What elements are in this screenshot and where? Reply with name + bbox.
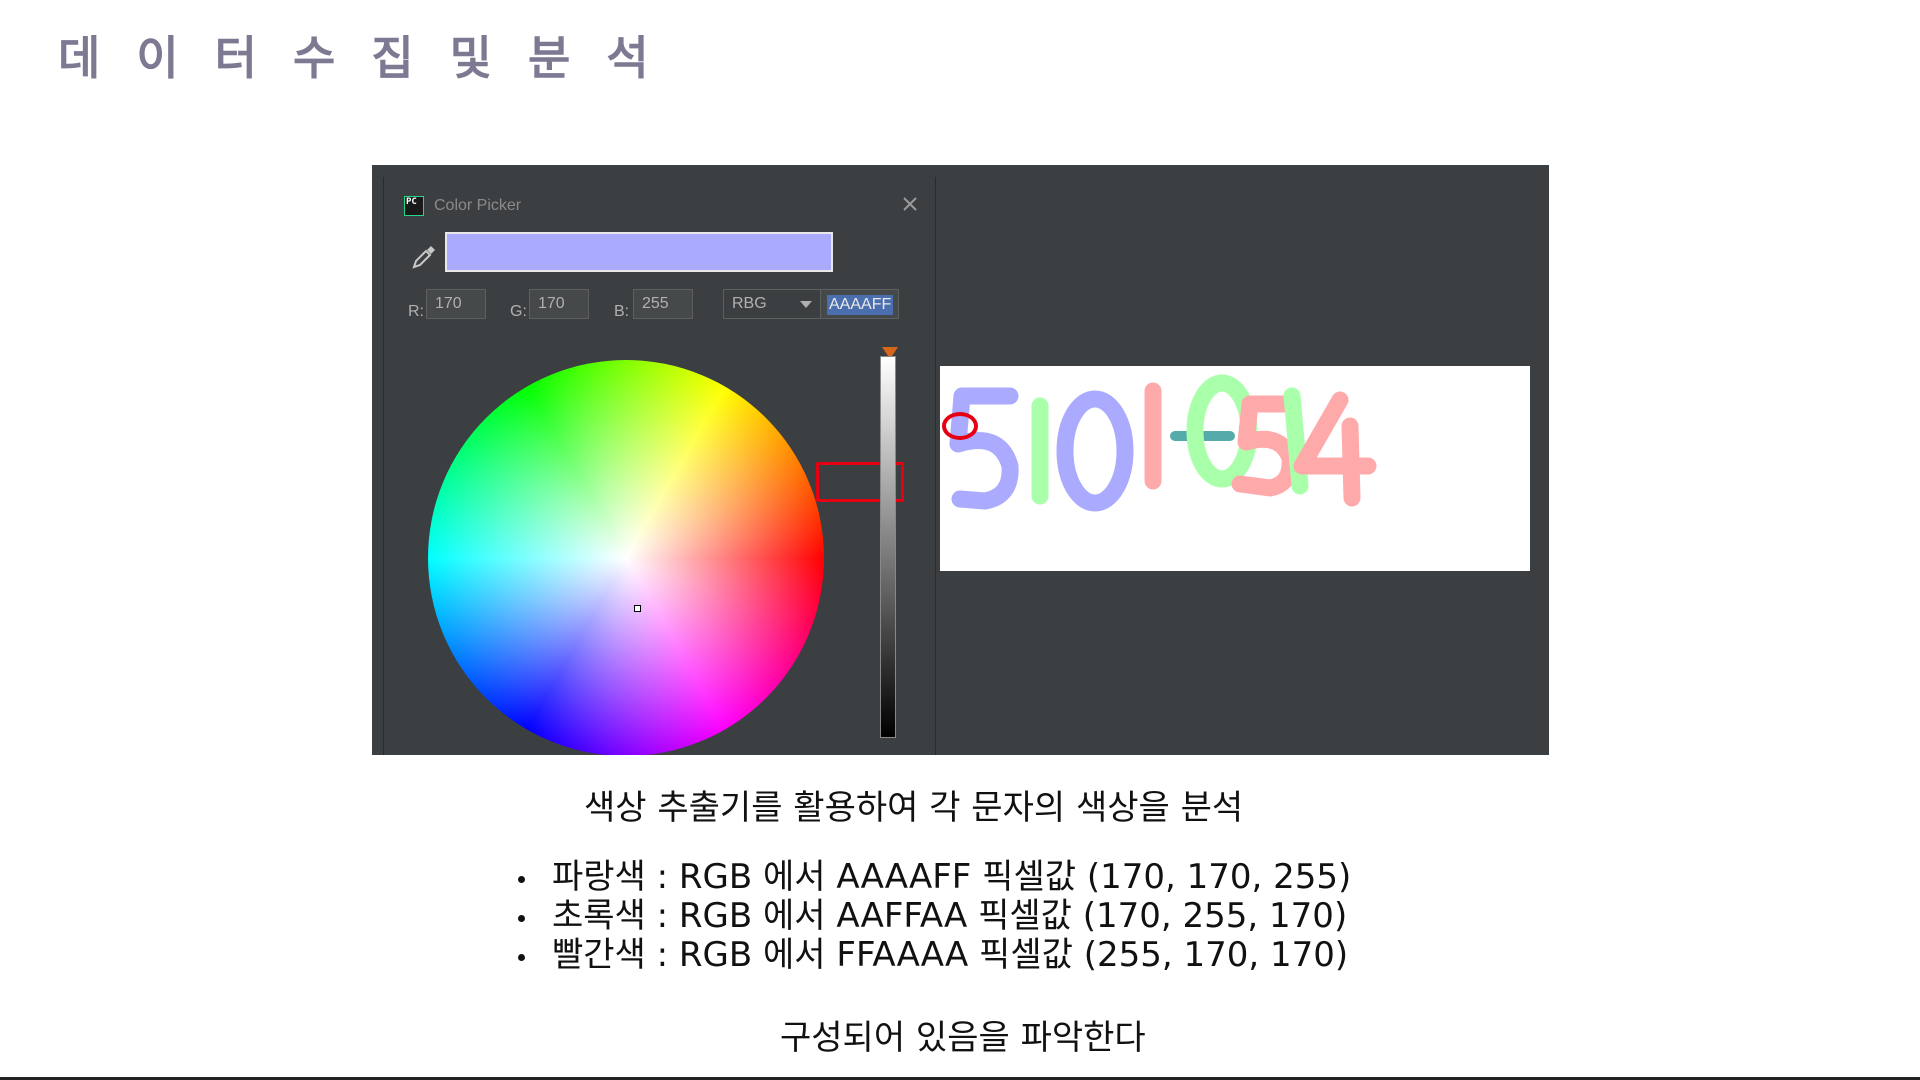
- close-icon[interactable]: [899, 193, 921, 215]
- color-mode-select[interactable]: RBG: [723, 289, 821, 319]
- g-input[interactable]: 170: [529, 289, 589, 319]
- color-mode-value: RBG: [732, 295, 767, 312]
- color-wheel-marker[interactable]: [634, 605, 641, 612]
- conclusion-text: 구성되어 있음을 파악한다: [780, 1018, 1146, 1058]
- captcha-digits: [949, 374, 1377, 512]
- hex-value: AAAAFF: [827, 295, 894, 315]
- dialog-title: Color Picker: [434, 197, 522, 214]
- r-label: R:: [408, 303, 424, 320]
- sample-point-marker: [942, 412, 978, 440]
- list-item: 파랑색 : RGB 에서 AAAAFF 픽셀값 (170, 170, 255): [512, 858, 1351, 897]
- list-item: 초록색 : RGB 에서 AAFFAA 픽셀값 (170, 255, 170): [512, 897, 1351, 936]
- captcha-image: [940, 366, 1530, 571]
- b-label: B:: [614, 303, 630, 320]
- b-input[interactable]: 255: [633, 289, 693, 319]
- slide-title: 데 이 터 수 집 및 분 석: [58, 31, 659, 85]
- brightness-slider[interactable]: [880, 356, 896, 738]
- g-label: G:: [510, 303, 527, 320]
- color-preview: [445, 232, 833, 272]
- chevron-down-icon: [800, 301, 812, 308]
- caption: 색상 추출기를 활용하여 각 문자의 색상을 분석: [584, 788, 1244, 828]
- r-input[interactable]: 170: [426, 289, 486, 319]
- hex-input[interactable]: AAAAFF: [820, 289, 899, 319]
- color-wheel[interactable]: [428, 360, 824, 755]
- color-analysis-list: 파랑색 : RGB 에서 AAAAFF 픽셀값 (170, 170, 255) …: [512, 858, 1351, 975]
- pc-app-icon: PC: [404, 196, 424, 216]
- pipette-icon[interactable]: [410, 243, 438, 271]
- list-item: 빨간색 : RGB 에서 FFAAAA 픽셀값 (255, 170, 170): [512, 936, 1351, 975]
